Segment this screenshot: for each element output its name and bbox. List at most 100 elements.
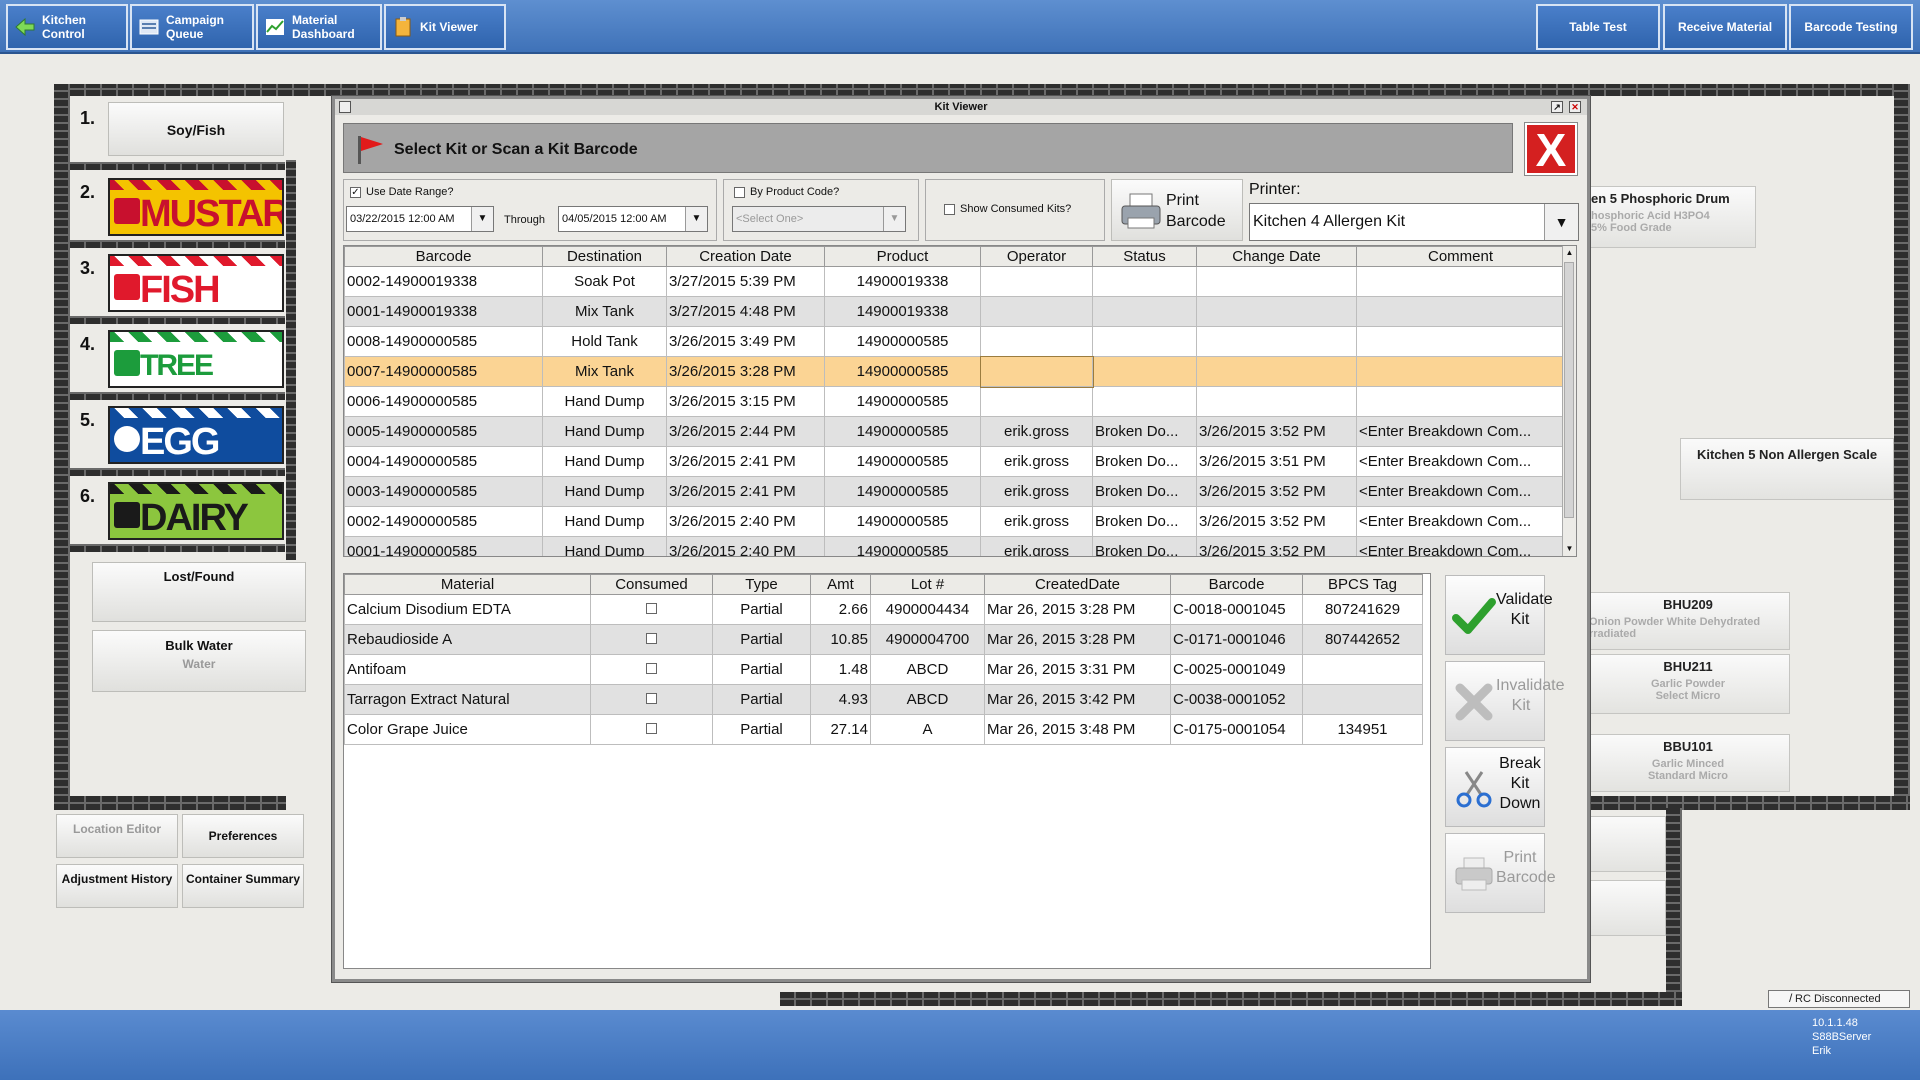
print-barcode-bottom-button[interactable]: Print Barcode <box>1445 833 1556 913</box>
campaign-queue-button[interactable]: Campaign Queue <box>130 4 254 50</box>
chevron-down-icon[interactable]: ▼ <box>1544 204 1578 240</box>
column-header[interactable]: BPCS Tag <box>1302 574 1423 595</box>
scroll-thumb[interactable] <box>1564 262 1574 518</box>
lost-found-button[interactable]: Lost/Found <box>92 562 306 622</box>
allergen-row-6[interactable]: 6. DAIRY <box>70 476 285 546</box>
show-consumed-checkbox[interactable] <box>944 204 955 215</box>
kits-scrollbar[interactable]: ▲ ▼ <box>1562 246 1576 556</box>
tree-nuts-allergen-image[interactable]: TREE NUTS <box>108 330 284 388</box>
column-header[interactable]: Material <box>344 574 591 595</box>
fish-allergen-image[interactable]: FISH <box>108 254 284 312</box>
barcode-testing-button[interactable]: Barcode Testing <box>1789 4 1913 50</box>
maximize-icon[interactable]: ↗ <box>1551 101 1563 113</box>
chevron-down-icon[interactable]: ▼ <box>883 207 905 231</box>
close-window-icon[interactable]: ✕ <box>1569 101 1581 113</box>
soy-fish-button[interactable]: Soy/Fish <box>108 102 284 156</box>
table-row[interactable]: Antifoam Partial 1.48 ABCD Mar 26, 2015 3:31… <box>344 654 1423 685</box>
date-from-input[interactable]: 03/22/2015 12:00 AM ▼ <box>346 206 494 232</box>
location-editor-button[interactable]: Location Editor <box>56 814 178 858</box>
kit-viewer-button[interactable]: Kit Viewer <box>384 4 506 50</box>
table-row[interactable]: 0003-14900000585 Hand Dump 3/26/2015 2:41 … <box>344 476 1565 507</box>
non-allergen-scale-card[interactable]: Kitchen 5 Non Allergen Scale <box>1680 438 1894 500</box>
bhu211-card[interactable]: BHU211 Garlic Powder Select Micro <box>1586 654 1790 714</box>
mustard-allergen-image[interactable]: MUSTARD <box>108 178 284 236</box>
allergen-row-5[interactable]: 5. EGG <box>70 400 285 470</box>
table-cell: C-0025-0001049 <box>1170 654 1303 685</box>
column-header[interactable]: Consumed <box>590 574 713 595</box>
consumed-checkbox[interactable] <box>646 633 657 644</box>
table-row[interactable]: 0006-14900000585 Hand Dump 3/26/2015 3:15 … <box>344 386 1565 417</box>
table-row[interactable]: 0007-14900000585 Mix Tank 3/26/2015 3:28 P… <box>344 355 1565 388</box>
allergen-row-2[interactable]: 2. MUSTARD <box>70 172 285 242</box>
partial-card[interactable] <box>1586 880 1666 936</box>
bhu209-card[interactable]: BHU209 Onion Powder White Dehydrated rra… <box>1586 592 1790 650</box>
table-cell: ABCD <box>870 654 985 685</box>
validate-kit-button[interactable]: Validate Kit <box>1445 575 1553 655</box>
consumed-checkbox[interactable] <box>646 723 657 734</box>
consumed-checkbox[interactable] <box>646 663 657 674</box>
print-barcode-top-button[interactable]: Print Barcode <box>1111 179 1243 241</box>
dairy-allergen-image[interactable]: DAIRY <box>108 482 284 540</box>
column-header[interactable]: Destination <box>542 246 667 267</box>
table-row[interactable]: 0001-14900000585 Hand Dump 3/26/2015 2:40 … <box>344 536 1565 556</box>
column-header[interactable]: Operator <box>980 246 1093 267</box>
date-to-input[interactable]: 04/05/2015 12:00 AM ▼ <box>558 206 708 232</box>
column-header[interactable]: Change Date <box>1196 246 1357 267</box>
table-row[interactable]: Calcium Disodium EDTA Partial 2.66 49000044… <box>344 594 1423 625</box>
column-header[interactable]: CreatedDate <box>984 574 1171 595</box>
window-menu-icon[interactable] <box>339 101 351 113</box>
table-row[interactable]: Color Grape Juice Partial 27.14 A Mar 26, 20… <box>344 714 1423 745</box>
column-header[interactable]: Creation Date <box>666 246 825 267</box>
table-row[interactable]: 0005-14900000585 Hand Dump 3/26/2015 2:44 … <box>344 416 1565 447</box>
table-cell <box>590 654 713 685</box>
column-header[interactable]: Lot # <box>870 574 985 595</box>
partial-card[interactable] <box>1586 816 1666 872</box>
table-row[interactable]: Tarragon Extract Natural Partial 4.93 ABCD M… <box>344 684 1423 715</box>
kitchen-control-button[interactable]: Kitchen Control <box>6 4 128 50</box>
close-button[interactable]: X <box>1524 122 1578 176</box>
chevron-down-icon[interactable]: ▼ <box>471 207 493 231</box>
table-row[interactable]: 0002-14900000585 Hand Dump 3/26/2015 2:40 … <box>344 506 1565 537</box>
table-cell: erik.gross <box>980 476 1093 507</box>
table-row[interactable]: 0004-14900000585 Hand Dump 3/26/2015 2:41 … <box>344 446 1565 477</box>
table-row[interactable]: Rebaudioside A Partial 10.85 4900004700 Mar … <box>344 624 1423 655</box>
column-header[interactable]: Amt <box>810 574 871 595</box>
column-header[interactable]: Barcode <box>1170 574 1303 595</box>
scroll-up-icon[interactable]: ▲ <box>1563 246 1576 260</box>
consumed-checkbox[interactable] <box>646 693 657 704</box>
column-header[interactable]: Type <box>712 574 811 595</box>
table-cell: Broken Do... <box>1092 536 1197 556</box>
adjustment-history-button[interactable]: Adjustment History <box>56 864 178 908</box>
material-dashboard-button[interactable]: Material Dashboard <box>256 4 382 50</box>
egg-allergen-image[interactable]: EGG <box>108 406 284 464</box>
column-header[interactable]: Product <box>824 246 981 267</box>
table-row[interactable]: 0002-14900019338 Soak Pot 3/27/2015 5:39 P… <box>344 266 1565 297</box>
scan-kit-bar[interactable]: Select Kit or Scan a Kit Barcode <box>343 123 1513 173</box>
chevron-down-icon[interactable]: ▼ <box>685 207 707 231</box>
break-kit-down-button[interactable]: Break Kit Down <box>1445 747 1545 827</box>
preferences-button[interactable]: Preferences <box>182 814 304 858</box>
scroll-down-icon[interactable]: ▼ <box>1563 542 1576 556</box>
column-header[interactable]: Barcode <box>344 246 543 267</box>
container-summary-button[interactable]: Container Summary <box>182 864 304 908</box>
allergen-row-1[interactable]: 1. Soy/Fish <box>70 98 285 168</box>
by-product-code-checkbox[interactable] <box>734 187 745 198</box>
consumed-checkbox[interactable] <box>646 603 657 614</box>
receive-material-button[interactable]: Receive Material <box>1663 4 1787 50</box>
use-date-range-checkbox[interactable]: ✓ <box>350 187 361 198</box>
printer-select[interactable]: Kitchen 4 Allergen Kit ▼ <box>1249 203 1579 241</box>
kits-grid[interactable]: Barcode Destination Creation Date Product Op… <box>343 245 1577 557</box>
invalidate-kit-button[interactable]: Invalidate Kit <box>1445 661 1565 741</box>
product-code-select[interactable]: <Select One> ▼ <box>732 206 906 232</box>
allergen-row-3[interactable]: 3. FISH <box>70 248 285 318</box>
table-test-button[interactable]: Table Test <box>1536 4 1660 50</box>
materials-grid[interactable]: Material Consumed Type Amt Lot # CreatedDate B… <box>343 573 1431 969</box>
column-header[interactable]: Comment <box>1356 246 1565 267</box>
phosphoric-drum-card[interactable]: en 5 Phosphoric Drum hosphoric Acid H3PO… <box>1586 186 1756 248</box>
table-row[interactable]: 0008-14900000585 Hold Tank 3/26/2015 3:49 … <box>344 326 1565 357</box>
table-row[interactable]: 0001-14900019338 Mix Tank 3/27/2015 4:48 P… <box>344 296 1565 327</box>
bbu101-card[interactable]: BBU101 Garlic Minced Standard Micro <box>1586 734 1790 792</box>
column-header[interactable]: Status <box>1092 246 1197 267</box>
allergen-row-4[interactable]: 4. TREE NUTS <box>70 324 285 394</box>
bulk-water-button[interactable]: Bulk Water Water <box>92 630 306 692</box>
